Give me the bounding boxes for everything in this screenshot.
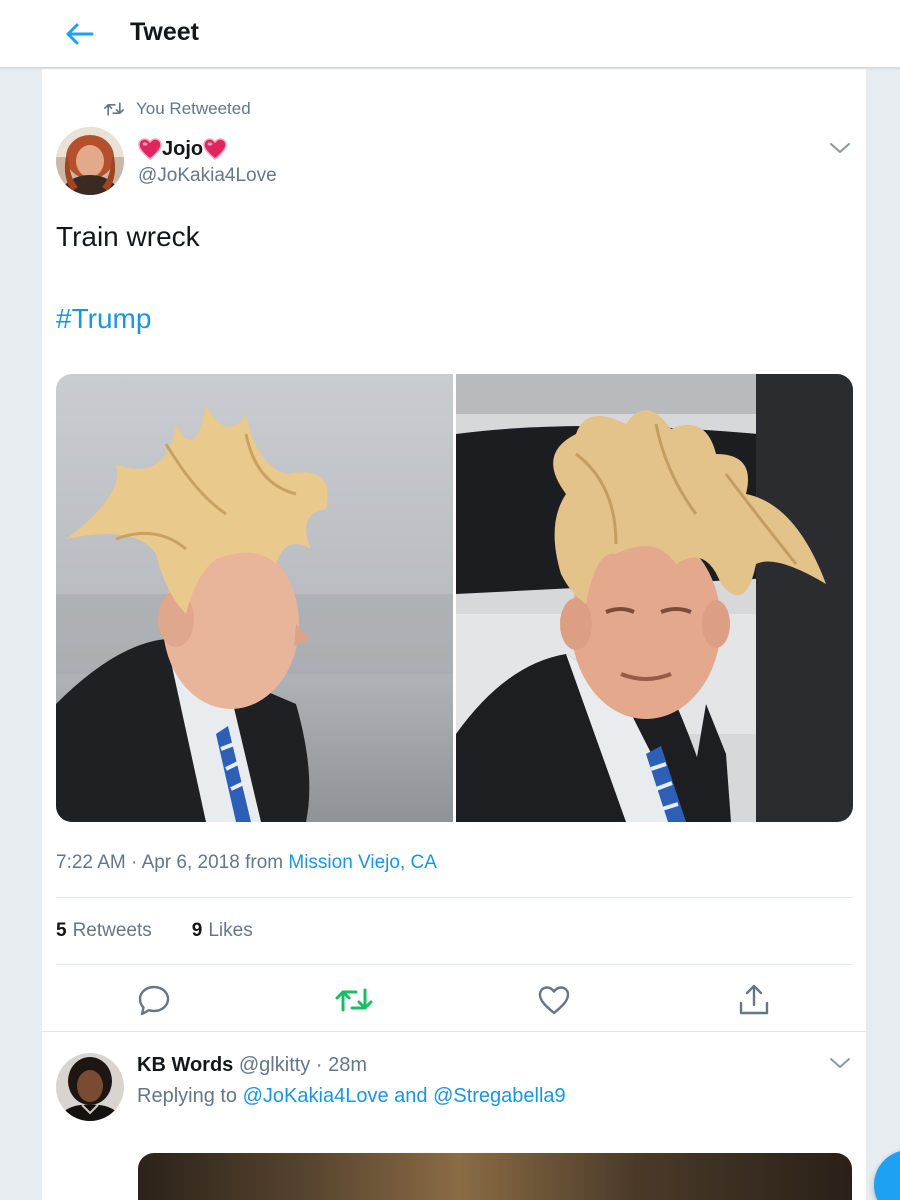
top-bar: Tweet xyxy=(0,0,900,68)
share-icon xyxy=(739,984,769,1015)
back-button[interactable] xyxy=(62,16,98,52)
tweet-timestamp: 7:22 AM · Apr 6, 2018 from Mission Viejo… xyxy=(56,851,437,875)
author-avatar-image xyxy=(56,127,124,195)
hashtag-link[interactable]: #Trump xyxy=(56,301,151,337)
author-handle[interactable]: @JoKakia4Love xyxy=(138,164,277,188)
author-name-text: Jojo xyxy=(162,138,204,160)
retweet-context: You Retweeted xyxy=(104,99,251,119)
likes-label: Likes xyxy=(208,920,253,941)
like-button[interactable] xyxy=(534,980,574,1020)
likes-stat[interactable]: 9 Likes xyxy=(192,919,253,943)
retweet-icon xyxy=(335,988,373,1012)
location-link[interactable]: Mission Viejo, CA xyxy=(288,852,437,873)
author-display-name[interactable]: Jojo xyxy=(138,136,227,162)
timestamp-separator: · xyxy=(125,852,142,873)
mention-link-2[interactable]: @Stregabella9 xyxy=(433,1085,566,1107)
like-icon xyxy=(538,986,570,1015)
reply-time[interactable]: 28m xyxy=(328,1054,367,1076)
reply-author-handle[interactable]: @glkitty xyxy=(239,1054,310,1076)
mention-link-1[interactable]: @JoKakia4Love xyxy=(243,1085,389,1107)
tweet-date: Apr 6, 2018 xyxy=(141,852,240,873)
divider xyxy=(56,964,853,965)
avatar[interactable] xyxy=(56,1053,124,1121)
tweet-media xyxy=(56,374,853,822)
arrow-left-icon xyxy=(66,23,94,45)
avatar[interactable] xyxy=(56,127,124,195)
page-title: Tweet xyxy=(130,18,199,46)
reply-button[interactable] xyxy=(134,980,174,1020)
replying-to: Replying to @JoKakia4Love and @Stregabel… xyxy=(137,1083,566,1109)
reply-menu-button[interactable] xyxy=(826,1049,854,1077)
reply-icon xyxy=(138,985,170,1016)
tweet-card: You Retweeted Jojo @JoKakia4Love Train w… xyxy=(42,69,866,1200)
share-button[interactable] xyxy=(734,980,774,1020)
compose-button[interactable] xyxy=(874,1150,900,1200)
reply-author-name[interactable]: KB Words xyxy=(137,1054,233,1076)
photo-2-image xyxy=(456,374,853,822)
retweet-context-label: You Retweeted xyxy=(136,99,251,118)
tweet-actions xyxy=(42,974,866,1024)
retweet-button[interactable] xyxy=(334,980,374,1020)
chevron-down-icon xyxy=(830,143,850,153)
retweets-count: 5 xyxy=(56,920,67,941)
tweet-menu-button[interactable] xyxy=(826,134,854,162)
and-text: and xyxy=(388,1085,434,1107)
tweet-photo-1[interactable] xyxy=(56,374,453,822)
retweets-label: Retweets xyxy=(72,920,152,941)
heart-icon xyxy=(138,138,162,160)
reply-header: KB Words @glkitty · 28m xyxy=(137,1052,367,1078)
tweet-time: 7:22 AM xyxy=(56,852,126,873)
replying-prefix: Replying to xyxy=(137,1085,243,1107)
chevron-down-icon xyxy=(830,1058,850,1068)
photo-1-image xyxy=(56,374,453,822)
retweets-stat[interactable]: 5 Retweets xyxy=(56,919,152,943)
likes-count: 9 xyxy=(191,920,203,941)
reply-media[interactable] xyxy=(138,1153,852,1200)
tweet-photo-2[interactable] xyxy=(456,374,853,822)
divider xyxy=(56,897,853,898)
divider xyxy=(42,1031,866,1032)
tweet-stats: 5 Retweets 9 Likes xyxy=(56,919,253,943)
heart-icon xyxy=(203,138,227,160)
reply-avatar-image xyxy=(56,1053,124,1121)
from-text: from xyxy=(239,852,289,873)
reply-separator: · xyxy=(310,1054,329,1076)
tweet-text: Train wreck xyxy=(56,221,200,252)
retweet-icon xyxy=(104,102,124,116)
